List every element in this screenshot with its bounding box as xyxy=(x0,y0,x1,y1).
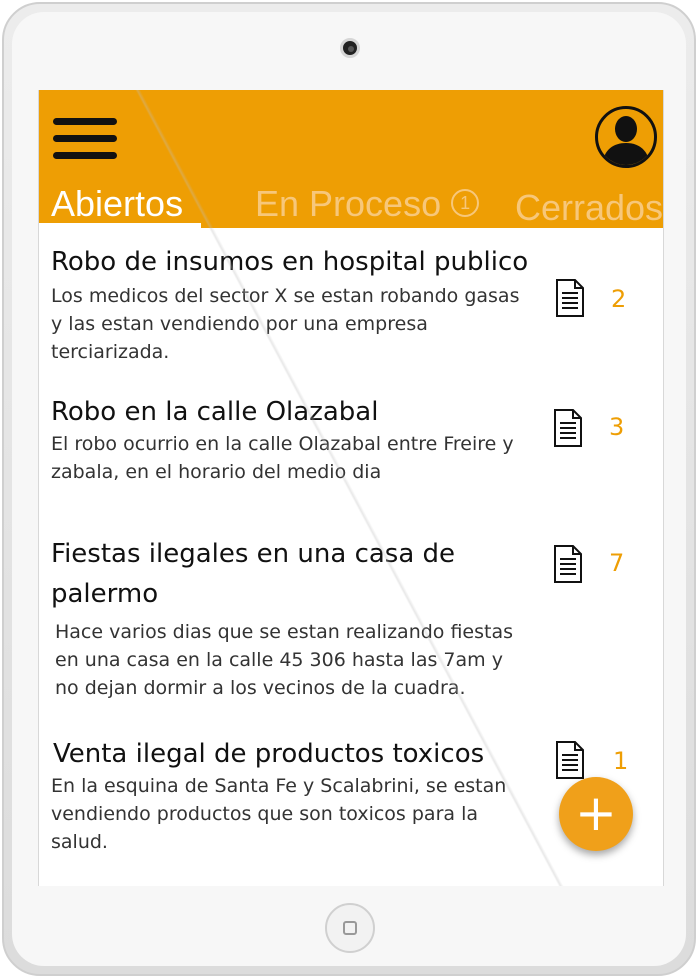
document-icon[interactable] xyxy=(555,740,585,780)
app-screen: Abiertos En Proceso 1 Cerrados Robo de in… xyxy=(38,90,664,886)
user-avatar-icon[interactable] xyxy=(595,106,657,168)
item-description: Los medicos del sector X se estan roband… xyxy=(51,285,520,363)
tab-abiertos[interactable]: Abiertos xyxy=(51,182,183,226)
item-count: 1 xyxy=(613,747,629,775)
document-icon[interactable] xyxy=(555,278,585,318)
item-description: Hace varios dias que se estan realizando… xyxy=(55,621,514,699)
hamburger-menu-icon[interactable] xyxy=(53,118,117,162)
list-item[interactable]: Robo en la calle Olazabal El robo ocurri… xyxy=(39,392,663,502)
item-title: Robo de insumos en hospital publico xyxy=(51,247,529,277)
item-description: En la esquina de Santa Fe y Scalabrini, … xyxy=(51,775,507,853)
item-title-continued: palermo xyxy=(51,579,159,609)
home-button[interactable] xyxy=(325,903,375,953)
tab-en-proceso[interactable]: En Proceso 1 xyxy=(255,182,480,226)
item-title: Robo en la calle Olazabal xyxy=(51,397,379,427)
item-title: Venta ilegal de productos toxicos xyxy=(53,739,485,769)
home-square-icon xyxy=(343,921,357,935)
item-title: Fiestas ilegales en una casa de xyxy=(51,539,456,569)
tab-label: En Proceso xyxy=(255,183,442,224)
item-count: 3 xyxy=(609,413,625,441)
item-count: 7 xyxy=(609,549,625,577)
add-report-button[interactable]: + xyxy=(559,777,633,851)
item-count: 2 xyxy=(611,285,627,313)
plus-icon: + xyxy=(575,784,617,842)
list-item[interactable]: Robo de insumos en hospital publico Los … xyxy=(39,238,663,368)
tab-count-badge: 1 xyxy=(451,189,480,218)
tab-label: Cerrados xyxy=(515,187,664,228)
document-icon[interactable] xyxy=(553,544,583,584)
item-description: El robo ocurrio en la calle Olazabal ent… xyxy=(51,433,514,483)
app-bar: Abiertos En Proceso 1 Cerrados xyxy=(39,90,663,228)
tab-label: Abiertos xyxy=(51,183,184,224)
list-item[interactable]: Fiestas ilegales en una casa de palermo … xyxy=(39,534,663,704)
tab-cerrados[interactable]: Cerrados xyxy=(515,186,663,230)
front-camera xyxy=(340,38,360,58)
document-icon[interactable] xyxy=(553,408,583,448)
